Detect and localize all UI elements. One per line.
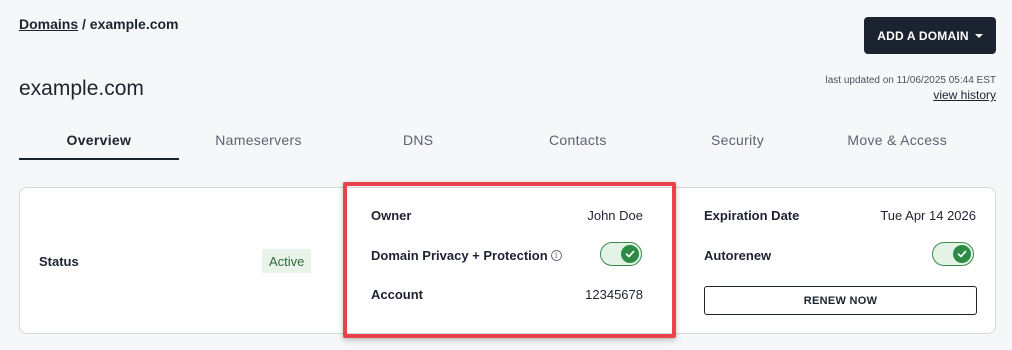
account-label: Account [371, 287, 423, 302]
privacy-toggle[interactable] [600, 242, 642, 266]
status-label: Status [39, 254, 79, 269]
expiration-label: Expiration Date [704, 208, 800, 223]
add-domain-button[interactable]: ADD A DOMAIN [864, 17, 996, 54]
info-icon[interactable]: i [550, 250, 562, 261]
owner-value: John Doe [587, 208, 643, 223]
tab-dns[interactable]: DNS [338, 122, 498, 160]
owner-label: Owner [371, 208, 412, 223]
check-icon [621, 245, 639, 263]
tab-bar: Overview Nameservers DNS Contacts Securi… [19, 122, 977, 160]
autorenew-label: Autorenew [704, 248, 772, 263]
renew-now-button[interactable]: RENEW NOW [704, 286, 977, 315]
privacy-label: Domain Privacy + Protection i [371, 248, 562, 263]
last-updated: last updated on 11/06/2025 05:44 EST vie… [825, 74, 996, 102]
breadcrumb-current: example.com [89, 16, 179, 32]
last-updated-text: last updated on 11/06/2025 05:44 EST [825, 75, 996, 86]
tab-nameservers[interactable]: Nameservers [179, 122, 339, 160]
overview-card: Status Active Owner John Doe Domain Priv… [19, 187, 996, 334]
breadcrumb: Domains / example.com [19, 16, 179, 32]
breadcrumb-link-domains[interactable]: Domains [19, 16, 78, 32]
autorenew-toggle[interactable] [932, 242, 974, 266]
caret-down-icon [974, 34, 983, 38]
breadcrumb-separator: / [78, 16, 90, 32]
status-badge: Active [262, 249, 312, 273]
tab-contacts[interactable]: Contacts [498, 122, 658, 160]
account-value: 12345678 [585, 287, 643, 302]
add-domain-label: ADD A DOMAIN [877, 28, 969, 43]
tab-security[interactable]: Security [658, 122, 818, 160]
view-history-link[interactable]: view history [825, 88, 996, 102]
tab-move-access[interactable]: Move & Access [817, 122, 977, 160]
expiration-value: Tue Apr 14 2026 [880, 208, 976, 223]
tab-overview[interactable]: Overview [19, 122, 179, 160]
page-title: example.com [19, 77, 144, 100]
privacy-label-text: Domain Privacy + Protection [371, 248, 548, 263]
check-icon [953, 245, 971, 263]
